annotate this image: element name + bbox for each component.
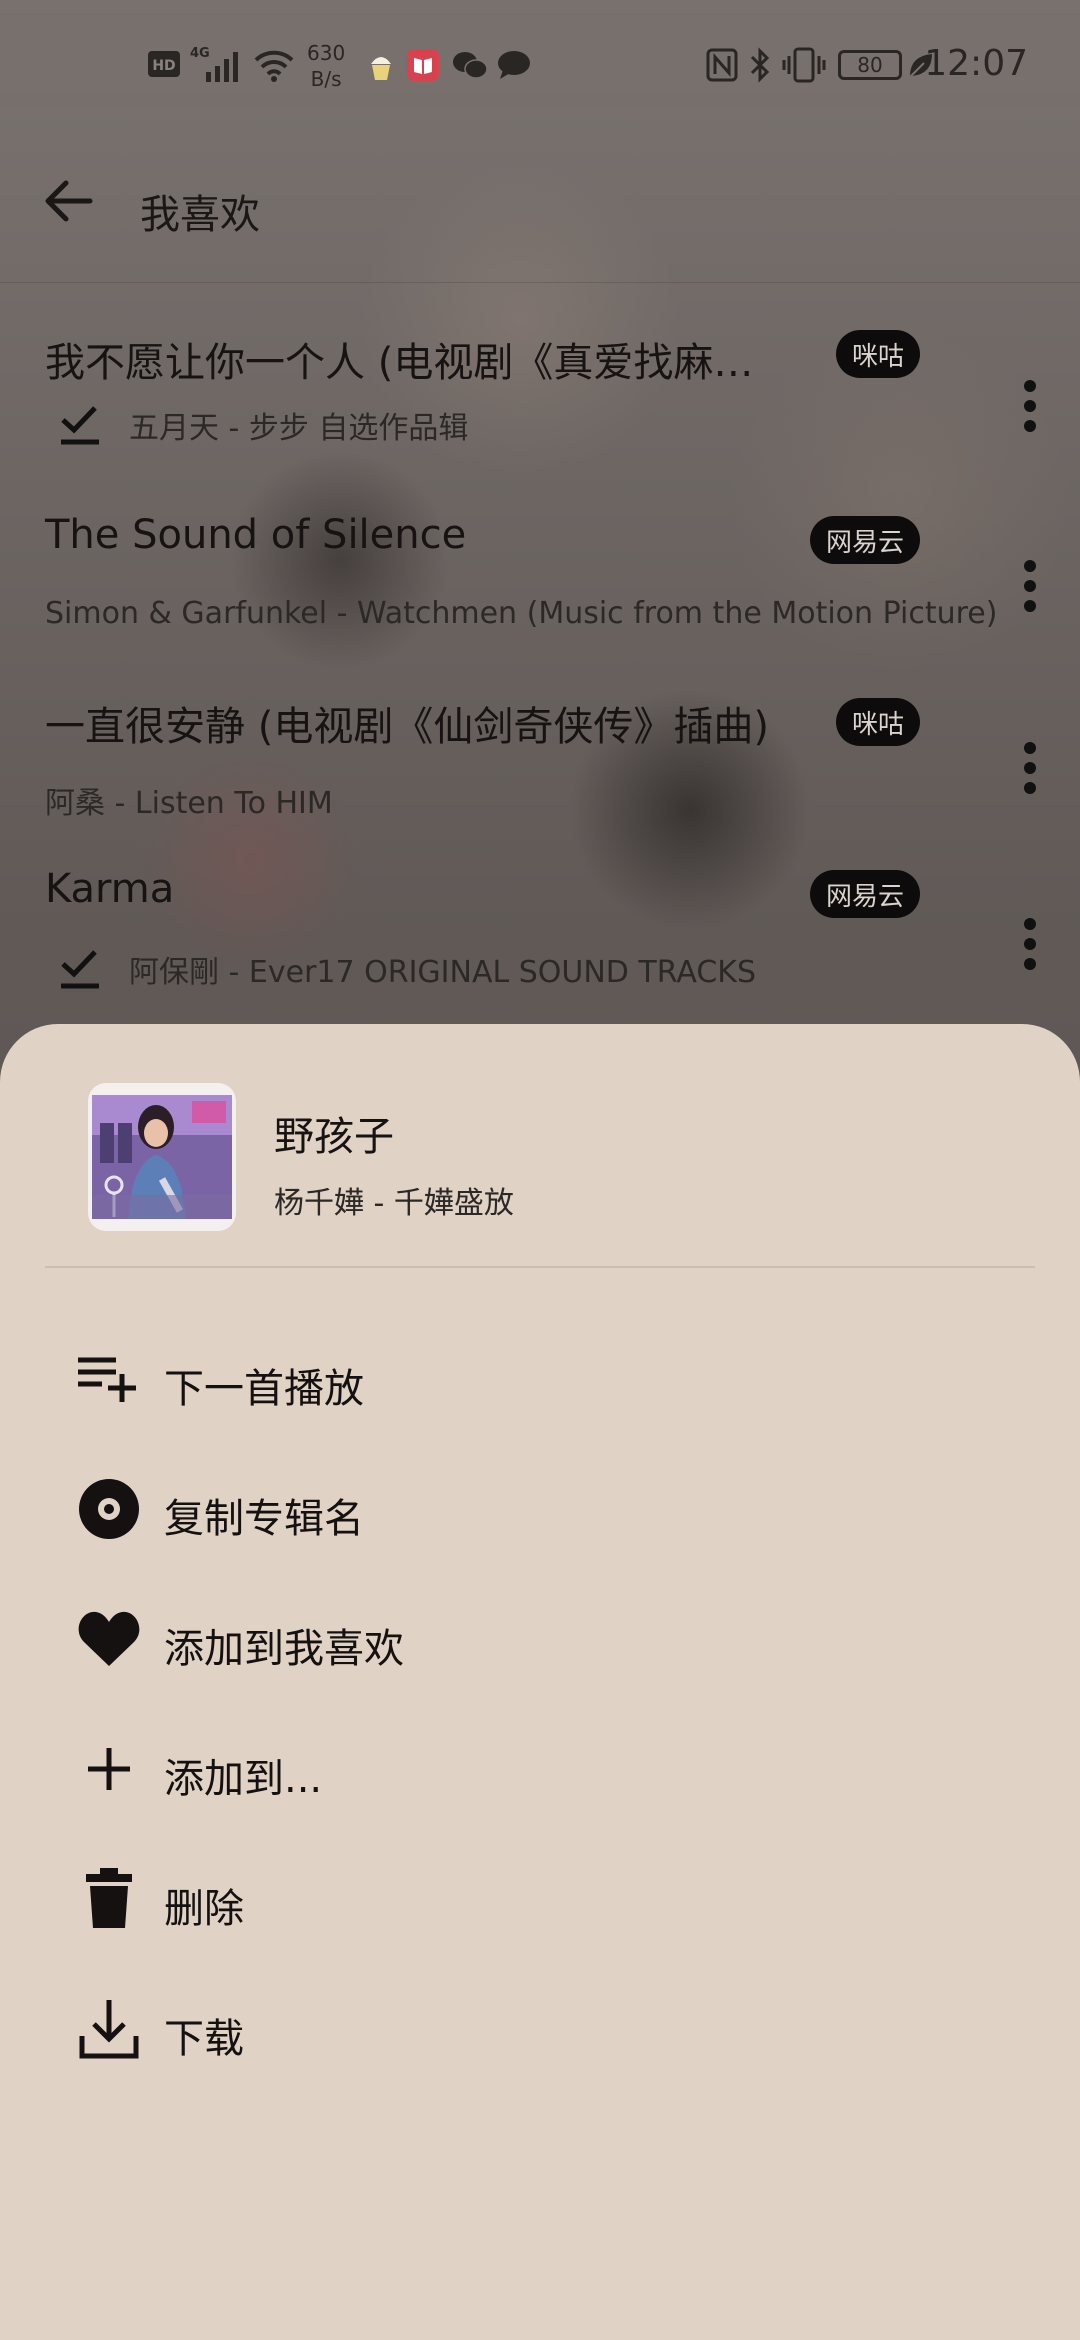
song-subtitle: 五月天 - 步步 自选作品辑: [129, 411, 469, 446]
wechat-icon: [453, 52, 488, 79]
source-badge: 网易云: [810, 870, 921, 918]
song-options-sheet: 野孩子 杨千嬅 - 千嬅盛放 下一首播放 复制专辑名 添加到我喜欢 添加到...…: [0, 1024, 1080, 2340]
vibrate-icon: [782, 47, 826, 83]
menu-item-download[interactable]: 下载: [0, 1968, 1080, 2088]
song-row[interactable]: Karma 网易云 阿保剛 - Ever17 ORIGINAL SOUND TR…: [0, 866, 1080, 1044]
nfc-icon: [706, 48, 738, 82]
song-subtitle: Simon & Garfunkel - Watchmen (Music from…: [45, 596, 998, 631]
play-next-icon: [78, 1357, 136, 1402]
app-header: 我喜欢: [0, 108, 1080, 283]
source-badge: 网易云: [810, 516, 921, 564]
song-title: The Sound of Silence: [45, 512, 467, 558]
hd-icon: HD: [148, 51, 180, 77]
back-arrow-icon[interactable]: [40, 173, 96, 229]
sheet-song-title: 野孩子: [274, 1114, 394, 1160]
song-title: 我不愿让你一个人 (电视剧《真爱找麻…: [45, 340, 754, 386]
menu-item-label: 复制专辑名: [164, 1496, 364, 1542]
battery-icon: 80: [838, 50, 902, 80]
song-title: Karma: [45, 866, 175, 912]
menu-item-add-to-favorites[interactable]: 添加到我喜欢: [0, 1578, 1080, 1698]
sheet-song-subtitle: 杨千嬅 - 千嬅盛放: [274, 1186, 514, 1221]
song-subtitle: 阿桑 - Listen To HIM: [45, 786, 333, 821]
message-icon: [498, 51, 530, 79]
cupcake-app-icon: [371, 57, 391, 80]
more-options-icon[interactable]: [1022, 378, 1038, 434]
sheet-divider: [45, 1266, 1035, 1268]
menu-item-delete[interactable]: 删除: [0, 1838, 1080, 1958]
plus-icon: [88, 1748, 130, 1790]
song-subtitle-row: 阿保剛 - Ever17 ORIGINAL SOUND TRACKS: [45, 946, 756, 992]
menu-item-label: 添加到...: [164, 1756, 323, 1802]
downloaded-check-icon: [61, 950, 99, 989]
song-subtitle-row: 五月天 - 步步 自选作品辑: [45, 402, 468, 448]
song-row[interactable]: 一直很安静 (电视剧《仙剑奇侠传》插曲) 咪咕 阿桑 - Listen To H…: [0, 694, 1080, 872]
menu-item-label: 下载: [164, 2016, 244, 2062]
menu-item-add-to[interactable]: 添加到...: [0, 1708, 1080, 1828]
menu-item-label: 添加到我喜欢: [164, 1626, 404, 1672]
svg-text:HD: HD: [152, 58, 175, 74]
more-options-icon[interactable]: [1022, 740, 1038, 796]
song-title: 一直很安静 (电视剧《仙剑奇侠传》插曲): [45, 704, 769, 750]
trash-icon: [86, 1868, 132, 1928]
song-subtitle-row: 阿桑 - Listen To HIM: [45, 778, 333, 822]
menu-item-label: 删除: [164, 1886, 244, 1932]
song-subtitle: 阿保剛 - Ever17 ORIGINAL SOUND TRACKS: [129, 955, 757, 990]
svg-text:4G: 4G: [190, 46, 210, 61]
source-badge: 咪咕: [836, 330, 921, 378]
network-speed: 630 B/s: [307, 40, 345, 92]
clock: 12:07: [924, 43, 1028, 84]
source-badge: 咪咕: [836, 698, 921, 746]
4g-signal-icon: 4G: [190, 46, 238, 82]
bluetooth-icon: [750, 47, 770, 83]
battery-level: 80: [857, 53, 883, 77]
book-app-icon: [407, 49, 439, 81]
downloaded-check-icon: [61, 406, 99, 445]
album-disc-icon: [79, 1479, 139, 1539]
heart-icon: [78, 1611, 140, 1666]
album-cover: [88, 1083, 236, 1231]
menu-item-copy-album-name[interactable]: 复制专辑名: [0, 1448, 1080, 1568]
menu-item-play-next[interactable]: 下一首播放: [0, 1318, 1080, 1438]
wifi-icon: [254, 50, 294, 82]
network-speed-unit: B/s: [310, 67, 342, 91]
download-icon: [79, 2000, 139, 2059]
song-row[interactable]: 我不愿让你一个人 (电视剧《真爱找麻… 咪咕 五月天 - 步步 自选作品辑: [0, 330, 1080, 508]
song-row[interactable]: The Sound of Silence 网易云 Simon & Garfunk…: [0, 512, 1080, 690]
network-speed-value: 630: [307, 41, 346, 65]
more-options-icon[interactable]: [1022, 916, 1038, 972]
page-title: 我喜欢: [140, 192, 260, 238]
status-bar: HD 4G 630 B/s 80 12:07: [0, 0, 1080, 108]
album-cover-art: [92, 1095, 232, 1219]
more-options-icon[interactable]: [1022, 558, 1038, 614]
song-subtitle-row: Simon & Garfunkel - Watchmen (Music from…: [45, 596, 997, 631]
menu-item-label: 下一首播放: [164, 1366, 364, 1412]
